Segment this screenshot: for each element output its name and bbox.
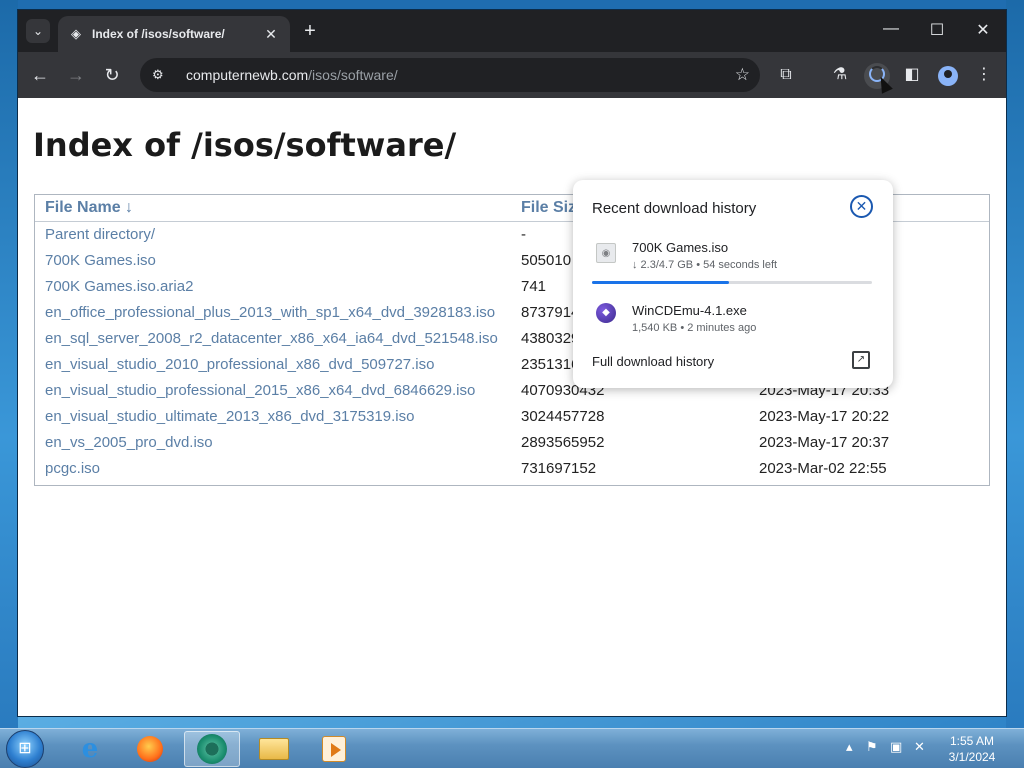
internet-explorer-icon[interactable]: e bbox=[62, 731, 118, 767]
page-title: Index of /isos/software/ bbox=[33, 126, 457, 164]
exe-icon: ◆ bbox=[596, 303, 616, 323]
file-size: 2893565952 bbox=[521, 433, 605, 451]
menu-icon[interactable]: ⋮ bbox=[972, 64, 996, 88]
favicon-icon: ◈ bbox=[71, 26, 81, 41]
file-link[interactable]: 700K Games.iso.aria2 bbox=[35, 273, 511, 299]
file-link[interactable]: en_visual_studio_2010_professional_x86_d… bbox=[35, 351, 511, 377]
file-link[interactable]: pcgc.iso bbox=[35, 455, 511, 481]
file-explorer-icon[interactable] bbox=[246, 731, 302, 767]
file-date: 2023-May-17 20:22 bbox=[759, 407, 890, 425]
url-path: /isos/software/ bbox=[308, 67, 398, 83]
download-item-status: ↓ 2.3/4.7 GB • 54 seconds left bbox=[632, 259, 778, 271]
download-bubble: Recent download history ✕ ◉ 700K Games.i… bbox=[573, 180, 893, 388]
close-icon[interactable]: ✕ bbox=[850, 195, 873, 218]
table-row: en_visual_studio_ultimate_2013_x86_dvd_3… bbox=[35, 403, 989, 429]
media-player-icon[interactable] bbox=[306, 731, 362, 767]
file-link[interactable]: Parent directory/ bbox=[35, 221, 511, 247]
profile-icon[interactable] bbox=[936, 64, 960, 88]
new-tab-button[interactable]: + bbox=[300, 21, 320, 41]
file-size: 731697152 bbox=[521, 459, 597, 477]
desktop-background-left bbox=[0, 0, 18, 728]
column-file-name[interactable]: File Name ↓ bbox=[35, 195, 511, 222]
file-date: 2023-Mar-02 22:55 bbox=[759, 459, 887, 477]
file-icon: ◉ bbox=[596, 243, 616, 263]
browser-toolbar: ← → ↻ ⚙ computernewb.com/isos/software/ … bbox=[18, 52, 1006, 98]
file-link[interactable]: en_visual_studio_professional_2015_x86_x… bbox=[35, 377, 511, 403]
tab-close-icon[interactable]: ✕ bbox=[262, 26, 280, 43]
show-hidden-icons-icon[interactable]: ▴ bbox=[846, 739, 853, 755]
star-icon[interactable]: ☆ bbox=[735, 65, 750, 85]
open-in-new-icon[interactable]: ↗ bbox=[852, 351, 870, 369]
clock-date: 3/1/2024 bbox=[948, 750, 996, 764]
desktop-background bbox=[0, 0, 1024, 10]
download-progress-bar bbox=[592, 281, 872, 284]
download-bubble-title: Recent download history bbox=[592, 200, 757, 217]
start-button[interactable]: ⊞ bbox=[6, 730, 44, 768]
back-icon[interactable]: ← bbox=[29, 65, 51, 87]
forward-icon[interactable]: → bbox=[65, 65, 87, 87]
desktop-background-right bbox=[1006, 0, 1024, 728]
file-size: 3024457728 bbox=[521, 407, 605, 425]
tab-strip: ⌄ ◈ Index of /isos/software/ ✕ + — ☐ ✕ bbox=[18, 10, 1006, 52]
address-bar[interactable]: ⚙ computernewb.com/isos/software/ ☆ bbox=[140, 58, 760, 92]
system-clock[interactable]: 1:55 AM 3/1/2024 bbox=[936, 733, 1008, 765]
side-panel-icon[interactable]: ◧ bbox=[900, 64, 924, 88]
browser-window: ⌄ ◈ Index of /isos/software/ ✕ + — ☐ ✕ ←… bbox=[18, 10, 1006, 716]
tab-search-icon[interactable]: ⌄ bbox=[26, 19, 50, 43]
page-content: Index of /isos/software/ File Name ↓ Fil… bbox=[18, 98, 1006, 716]
full-download-history-link[interactable]: Full download history bbox=[592, 354, 714, 369]
firefox-icon[interactable] bbox=[122, 731, 178, 767]
table-row: en_vs_2005_pro_dvd.iso 2893565952 2023-May… bbox=[35, 429, 989, 455]
action-center-flag-icon[interactable]: ⚑ bbox=[866, 739, 878, 755]
tab-title: Index of /isos/software/ bbox=[92, 27, 225, 41]
file-link[interactable]: 700K Games.iso bbox=[35, 247, 511, 273]
maximize-button[interactable]: ☐ bbox=[914, 20, 960, 40]
reload-icon[interactable]: ↻ bbox=[101, 65, 123, 87]
minimize-button[interactable]: — bbox=[868, 20, 914, 38]
taskbar: ⊞ e ▴ ⚑ ▣ ✕ 1:55 AM 3/1/2024 bbox=[0, 728, 1024, 768]
download-item-status: 1,540 KB • 2 minutes ago bbox=[632, 322, 757, 334]
chrome-icon[interactable] bbox=[184, 731, 240, 767]
download-item-name[interactable]: WinCDEmu-4.1.exe bbox=[632, 303, 747, 318]
table-row: pcgc.iso 731697152 2023-Mar-02 22:55 bbox=[35, 455, 989, 481]
file-date: 2023-May-17 20:37 bbox=[759, 433, 890, 451]
download-item-name[interactable]: 700K Games.iso bbox=[632, 240, 728, 255]
file-link[interactable]: en_vs_2005_pro_dvd.iso bbox=[35, 429, 511, 455]
tab-active[interactable]: ◈ Index of /isos/software/ ✕ bbox=[58, 16, 290, 52]
file-link[interactable]: en_visual_studio_ultimate_2013_x86_dvd_3… bbox=[35, 403, 511, 429]
file-link[interactable]: en_office_professional_plus_2013_with_sp… bbox=[35, 299, 511, 325]
close-window-button[interactable]: ✕ bbox=[960, 20, 1006, 40]
extensions-icon[interactable]: ⧉ bbox=[774, 64, 798, 88]
file-link[interactable]: en_sql_server_2008_r2_datacenter_x86_x64… bbox=[35, 325, 511, 351]
volume-muted-icon[interactable]: ✕ bbox=[914, 739, 925, 755]
url-text[interactable]: computernewb.com/isos/software/ bbox=[186, 67, 398, 83]
url-host: computernewb.com bbox=[186, 67, 309, 83]
labs-icon[interactable]: ⚗ bbox=[828, 64, 852, 88]
clock-time: 1:55 AM bbox=[949, 734, 995, 748]
site-info-icon[interactable]: ⚙ bbox=[152, 67, 174, 83]
network-icon[interactable]: ▣ bbox=[890, 739, 902, 755]
